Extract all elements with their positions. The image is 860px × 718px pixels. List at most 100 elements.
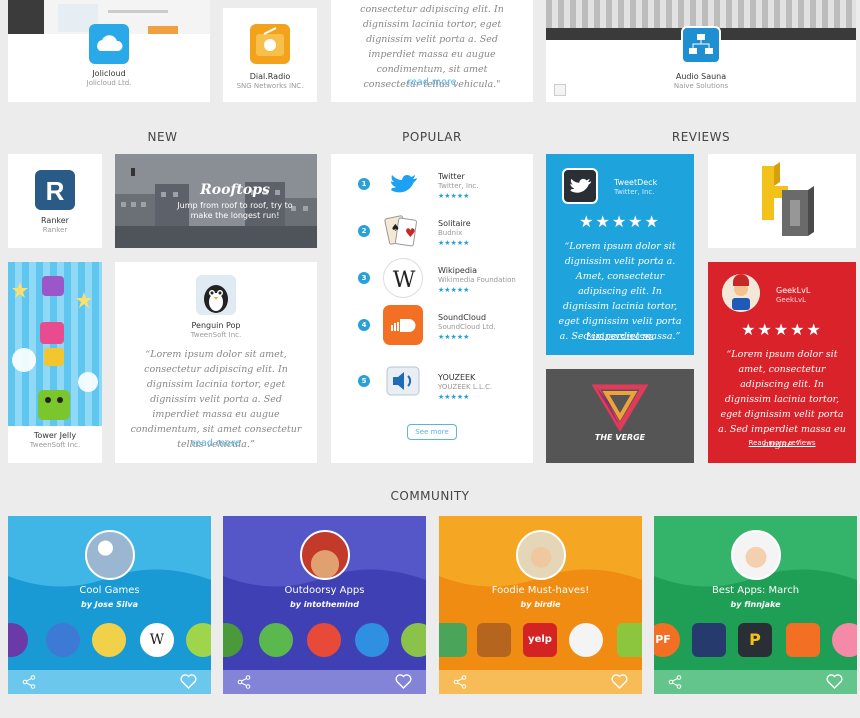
frog-icon[interactable] bbox=[186, 623, 211, 657]
wikipedia-w-icon: W bbox=[383, 258, 423, 298]
wallet-icon[interactable] bbox=[477, 623, 511, 657]
svg-text:♥: ♥ bbox=[405, 226, 416, 240]
app-publisher: Twitter, Inc. bbox=[614, 188, 655, 196]
see-more-button[interactable]: See more bbox=[407, 424, 457, 440]
share-icon[interactable] bbox=[237, 675, 251, 689]
app-name: Audio Sauna bbox=[675, 72, 727, 81]
checklist-icon[interactable] bbox=[439, 623, 467, 657]
rank-badge: 2 bbox=[358, 225, 370, 237]
heart-icon[interactable] bbox=[180, 674, 197, 689]
collection-app-icons bbox=[223, 620, 426, 660]
popular-item[interactable]: 1 Twitter Twitter, Inc. ★★★★★ bbox=[331, 162, 531, 208]
mountain-icon[interactable] bbox=[259, 623, 293, 657]
star-rating: ★★★★★ bbox=[438, 239, 470, 247]
read-more-reviews-link[interactable]: Read more reviews bbox=[546, 332, 694, 340]
app-card-the-verge[interactable]: THE VERGE bbox=[546, 369, 694, 463]
share-icon[interactable] bbox=[668, 675, 682, 689]
compass-icon[interactable] bbox=[307, 623, 341, 657]
wikipedia-w-icon[interactable]: W bbox=[140, 623, 174, 657]
read-more-link[interactable]: read more bbox=[115, 438, 317, 449]
app-publisher: Twitter, Inc. bbox=[438, 182, 479, 190]
card-footer bbox=[223, 670, 426, 694]
placeholder-image-icon bbox=[554, 84, 566, 96]
robot-icon[interactable] bbox=[46, 623, 80, 657]
app-name: Ranker bbox=[41, 216, 69, 225]
app-publisher: YOUZEEK L.L.C. bbox=[438, 383, 493, 391]
collection-app-icons: W bbox=[8, 620, 211, 660]
share-icon[interactable] bbox=[22, 675, 36, 689]
ta-logo-icon bbox=[762, 162, 814, 236]
twitter-bird-icon bbox=[383, 164, 423, 204]
share-icon[interactable] bbox=[453, 675, 467, 689]
community-card-foodie-must-haves[interactable]: Foodie Must-haves! by birdie yelp bbox=[439, 516, 642, 694]
read-more-link[interactable]: read more bbox=[331, 77, 533, 88]
card-footer bbox=[654, 670, 857, 694]
heart-icon[interactable] bbox=[395, 674, 412, 689]
apple-icon[interactable] bbox=[569, 623, 603, 657]
app-icon[interactable] bbox=[8, 623, 28, 657]
featured-rooftops[interactable]: Rooftops Jump from roof to roof, try to … bbox=[115, 154, 317, 248]
geeklvl-avatar-icon bbox=[722, 274, 760, 312]
card-footer bbox=[8, 670, 211, 694]
basket-icon[interactable] bbox=[617, 623, 642, 657]
rank-badge: 3 bbox=[358, 272, 370, 284]
app-name: Twitter bbox=[438, 172, 465, 181]
app-card-logo-ta[interactable] bbox=[708, 154, 856, 248]
read-more-reviews-link[interactable]: Read more reviews bbox=[708, 439, 856, 447]
app-name: Dial.Radio bbox=[249, 72, 291, 81]
mario-icon[interactable] bbox=[92, 623, 126, 657]
avatar bbox=[85, 530, 135, 580]
app-publisher: Jolicloud Ltd. bbox=[86, 79, 132, 87]
popular-item[interactable]: 3 W Wikipedia Wikimedia Foundation ★★★★★ bbox=[331, 256, 531, 302]
collection-title: Best Apps: March bbox=[711, 585, 800, 596]
section-title-reviews: REVIEWS bbox=[671, 130, 731, 144]
rooftops-tagline: Jump from roof to roof, try to make the … bbox=[177, 201, 293, 220]
app-publisher: Naive Solutions bbox=[673, 82, 729, 90]
network-icon bbox=[681, 26, 721, 64]
playing-cards-icon: ♥ ♠ bbox=[383, 211, 423, 251]
review-card-geeklvl: GeekLvL GeekLvL ★★★★★ “Lorem ipsum dolor… bbox=[708, 262, 856, 463]
yelp-icon[interactable]: yelp bbox=[523, 623, 557, 657]
collection-title: Foodie Must-haves! bbox=[491, 585, 590, 596]
popular-item[interactable]: 4 SoundCloud SoundCloud Ltd. ★★★★★ bbox=[331, 303, 531, 349]
navigation-icon[interactable] bbox=[355, 623, 389, 657]
space-game-icon[interactable] bbox=[692, 623, 726, 657]
review-card-penguin-pop: Penguin Pop TweenSoft Inc. “Lorem ipsum … bbox=[115, 262, 317, 463]
app-name: Wikipedia bbox=[438, 266, 478, 275]
popular-item[interactable]: 5 YOUZEEK YOUZEEK L.L.C. ★★★★★ bbox=[331, 359, 531, 405]
star-rating: ★★★★★ bbox=[438, 192, 470, 200]
app-publisher: GeekLvL bbox=[776, 296, 807, 304]
review-quote: “Lorem ipsum dolor sit amet, consectetur… bbox=[718, 349, 846, 450]
penguin-icon bbox=[196, 275, 236, 315]
app-publisher: Ranker bbox=[42, 226, 68, 234]
app-card-dialradio[interactable]: Dial.Radio SNG Networks INC. bbox=[223, 8, 317, 102]
community-card-outdoorsy-apps[interactable]: Outdoorsy Apps by intothemind bbox=[223, 516, 426, 694]
app-publisher: SNG Networks INC. bbox=[236, 82, 304, 90]
review-card-top: consectetur adipiscing elit. In dignissi… bbox=[331, 0, 533, 102]
section-title-popular: POPULAR bbox=[402, 130, 462, 144]
popular-item[interactable]: 2 ♥ ♠ Solitaire Budnix ★★★★★ bbox=[331, 209, 531, 255]
app-card-jolicloud[interactable]: Jolicloud Jolicloud Ltd. bbox=[8, 0, 210, 102]
svg-text:♠: ♠ bbox=[391, 223, 400, 234]
card-footer bbox=[439, 670, 642, 694]
star-rating: ★★★★★ bbox=[438, 286, 470, 294]
parking-icon[interactable]: P bbox=[738, 623, 772, 657]
app-name: Tower Jelly bbox=[33, 431, 77, 440]
shopping-cart-icon[interactable] bbox=[786, 623, 820, 657]
heart-icon[interactable] bbox=[611, 674, 628, 689]
community-card-best-apps-march[interactable]: Best Apps: March by finnjake PF P bbox=[654, 516, 857, 694]
app-card-audiosauna[interactable]: Audio Sauna Naive Solutions bbox=[546, 0, 856, 102]
app-name: SoundCloud bbox=[438, 313, 487, 322]
app-card-ranker[interactable]: R Ranker Ranker bbox=[8, 154, 102, 248]
app-icon[interactable] bbox=[223, 623, 243, 657]
community-card-cool-games[interactable]: Cool Games by Jose Silva W bbox=[8, 516, 211, 694]
avatar bbox=[516, 530, 566, 580]
map-icon[interactable] bbox=[401, 623, 426, 657]
cloud-icon bbox=[89, 24, 129, 64]
app-name: TweetDeck bbox=[614, 178, 658, 187]
app-card-tower-jelly[interactable]: Tower Jelly TweenSoft Inc. bbox=[8, 262, 102, 463]
pdf-icon[interactable]: PF bbox=[654, 623, 680, 657]
app-icon[interactable] bbox=[832, 623, 857, 657]
collection-author: by Jose Silva bbox=[80, 600, 139, 609]
heart-icon[interactable] bbox=[826, 674, 843, 689]
